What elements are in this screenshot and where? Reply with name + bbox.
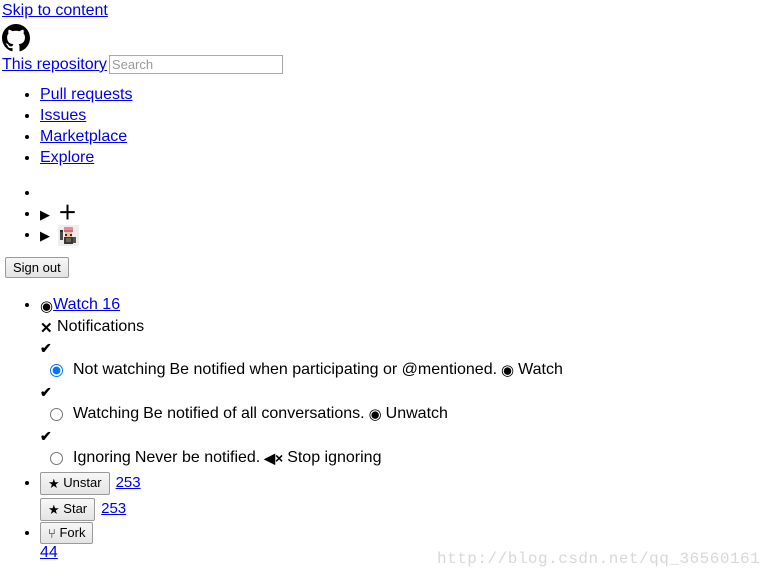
watch-section: ◉Watch 16 ✕ Notifications ✔ Not watching… [40,294,769,470]
nav-item-marketplace[interactable]: Marketplace [40,126,769,147]
fork-count-link[interactable]: 44 [40,544,58,561]
option-action-watch[interactable]: Watch [518,358,563,382]
radio-not-watching[interactable] [50,363,63,377]
watermark-text: http://blog.csdn.net/qq_36560161 [437,550,761,568]
repo-actions-list: ◉Watch 16 ✕ Notifications ✔ Not watching… [0,294,769,562]
star-button[interactable]: ★ Star [40,497,96,521]
unstar-row: ★ Unstar 253 [40,470,769,496]
user-bar: ▶＋ ▶ [0,182,769,246]
notifications-row: ✕ Notifications [40,316,769,338]
notifications-label: Notifications [57,318,145,336]
search-input[interactable] [108,55,283,75]
user-bar-item-create-new[interactable]: ▶＋ [40,203,769,224]
fork-label: Fork [59,525,86,541]
eye-icon: ◉ [40,298,54,316]
fork-button[interactable]: ⑂ Fork [40,522,94,545]
nav-item-pull-requests[interactable]: Pull requests [40,84,769,105]
nav-link-marketplace[interactable]: Marketplace [40,128,127,145]
unstar-button[interactable]: ★ Unstar [40,471,110,495]
nav-item-explore[interactable]: Explore [40,147,769,168]
eye-icon: ◉ [368,405,382,423]
option-description-watching: Be notified of all conversations. [143,405,365,423]
check-icon: ✔ [40,384,52,401]
avatar-image[interactable] [58,224,79,246]
sign-out-button[interactable]: Sign out [5,257,69,279]
plus-icon[interactable]: ＋ [58,204,77,223]
watch-row: ◉Watch 16 [40,294,769,316]
github-logo[interactable] [0,20,769,52]
triangle-right-icon: ▶ [40,206,50,222]
star-row: ★ Star 253 [40,496,769,522]
eye-icon: ◉ [501,361,515,379]
watch-link[interactable]: Watch 16 [53,296,120,313]
star-section: ★ Unstar 253 ★ Star 253 [40,470,769,522]
check-icon: ✔ [40,428,52,445]
nav-item-issues[interactable]: Issues [40,105,769,126]
watch-option-ignoring[interactable]: Ignoring Never be notified. ◀× Stop igno… [40,446,769,470]
search-scope-link[interactable]: This repository [2,56,107,74]
user-bar-item-profile[interactable]: ▶ [40,224,769,246]
fork-icon: ⑂ [48,526,56,542]
watch-option-not-watching[interactable]: Not watching Be notified when participat… [40,358,769,382]
option-action-unwatch[interactable]: Unwatch [386,402,448,426]
triangle-right-icon: ▶ [40,227,50,243]
nav-link-pull-requests[interactable]: Pull requests [40,86,133,103]
unstar-label: Unstar [63,474,102,490]
option-title-ignoring: Ignoring [73,449,131,467]
mute-icon: ◀× [264,450,284,467]
option-title-not-watching: Not watching [73,361,166,379]
x-icon: ✕ [40,320,53,338]
radio-watching[interactable] [50,407,63,421]
fork-row: ⑂ Fork [40,522,769,545]
option-description-ignoring: Never be notified. [134,449,261,467]
star-filled-icon: ★ [48,501,60,517]
option-title-watching: Watching [73,405,140,423]
unstar-count-link[interactable]: 253 [116,470,141,496]
check-icon: ✔ [40,340,52,357]
primary-nav: Pull requests Issues Marketplace Explore [0,84,769,168]
skip-to-content-link[interactable]: Skip to content [0,0,769,20]
radio-ignoring[interactable] [50,451,63,465]
github-octocat-icon [2,24,30,52]
option-action-stop-ignoring[interactable]: Stop ignoring [287,446,381,470]
watch-option-watching[interactable]: Watching Be notified of all conversation… [40,402,769,426]
star-label: Star [63,500,88,516]
sign-out-container: Sign out [0,245,769,279]
search-bar: This repository [0,52,769,75]
option-description-not-watching: Be notified when participating or @menti… [169,361,498,379]
star-count-link[interactable]: 253 [101,496,126,522]
star-filled-icon: ★ [48,475,60,491]
nav-link-explore[interactable]: Explore [40,149,94,166]
user-bar-item-empty [40,182,769,203]
nav-link-issues[interactable]: Issues [40,107,86,124]
